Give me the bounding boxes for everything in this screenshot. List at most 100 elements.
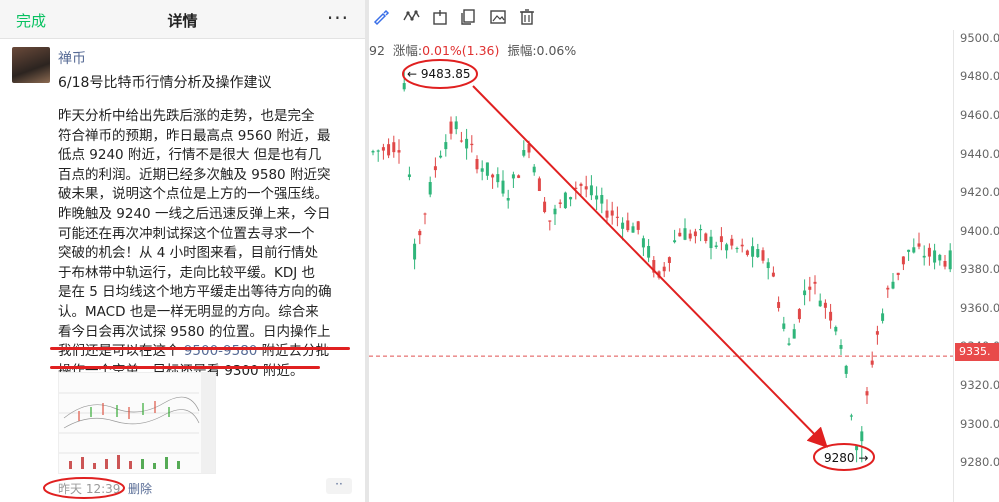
candle-body	[501, 180, 505, 194]
candle-body	[896, 272, 900, 276]
candle-body	[563, 192, 567, 209]
page-title: 详情	[167, 12, 198, 30]
candle-body	[709, 236, 713, 249]
candle-body	[392, 142, 396, 153]
price-axis: 9500.0 9480.0 9460.0 9440.0 9420.0 9400.0 9380…	[953, 30, 999, 502]
price-range-link[interactable]: 9500-9580	[184, 343, 258, 359]
candle-body	[844, 365, 848, 374]
comment-like-button[interactable]: ··	[326, 478, 352, 494]
nav-bar: 完成 详情 ···	[0, 0, 365, 39]
candle-body	[631, 226, 635, 233]
candle-body	[704, 233, 708, 242]
candle-body	[719, 236, 723, 243]
candle-body	[626, 220, 630, 231]
price-tick-label: 9420.0	[960, 185, 999, 200]
candle-body	[693, 231, 697, 237]
candle-body	[532, 166, 536, 173]
candle-body	[943, 260, 947, 267]
candle-body	[745, 250, 749, 255]
candle-body	[901, 256, 905, 265]
price-tick-label: 9400.0	[960, 223, 999, 238]
candle-body	[912, 247, 916, 253]
candle-body	[517, 175, 521, 178]
candle-body	[683, 228, 687, 240]
low-label: 9280 →	[824, 451, 869, 465]
author-name[interactable]: 禅币	[58, 48, 86, 68]
candle-body	[413, 243, 417, 260]
candle-body	[699, 229, 703, 231]
candle-body	[777, 302, 781, 308]
candle-body	[615, 216, 619, 218]
candle-body	[433, 166, 437, 171]
candle-body	[423, 213, 427, 215]
candle-body	[849, 415, 853, 417]
candle-body	[491, 174, 495, 178]
delete-button[interactable]: 删除	[128, 480, 152, 497]
candle-body	[506, 198, 510, 201]
candle-body	[907, 249, 911, 252]
candle-body	[595, 195, 599, 200]
candle-body	[558, 202, 562, 204]
candle-body	[527, 143, 531, 153]
candle-body	[584, 186, 588, 190]
price-tick-label: 9480.0	[960, 69, 999, 84]
highlight-underline-1	[50, 347, 350, 350]
candle-body	[657, 271, 661, 278]
candle-body	[678, 232, 682, 237]
candle-body	[548, 220, 552, 222]
candle-body	[428, 182, 432, 195]
price-tick-label: 9500.0	[960, 30, 999, 45]
avatar[interactable]	[12, 47, 50, 83]
candle-body	[714, 245, 718, 247]
candle-body	[662, 266, 666, 272]
post-body-main: 昨天分析中给出先跌后涨的走势，也是完全 符合禅币的预期，昨日最高点 9560 附…	[58, 108, 332, 340]
candle-body	[948, 250, 952, 270]
candle-body	[922, 255, 926, 258]
candle-body	[735, 248, 739, 250]
candle-body	[636, 221, 640, 230]
candle-body	[688, 233, 692, 239]
more-options-icon[interactable]: ···	[327, 6, 349, 30]
candle-body	[605, 210, 609, 218]
chart-panel: 92 涨幅:0.01%(1.36) 振幅:0.06% 9500.0 9480.0 9…	[369, 0, 999, 502]
candle-body	[402, 83, 406, 90]
candle-body	[834, 326, 838, 332]
candle-body	[860, 431, 864, 442]
candle-body	[803, 290, 807, 296]
candle-body	[496, 174, 500, 183]
post-time: 昨天 12:39	[58, 482, 121, 496]
candle-body	[756, 249, 760, 258]
candle-body	[938, 254, 942, 261]
candle-body	[829, 311, 833, 321]
high-value: 9483.85	[420, 67, 471, 81]
candle-body	[787, 343, 791, 345]
candle-body	[730, 238, 734, 246]
candle-body	[813, 281, 817, 284]
candle-body	[797, 309, 801, 320]
candle-body	[522, 150, 526, 156]
candle-body	[641, 238, 645, 248]
candle-body	[459, 140, 463, 142]
candle-body	[766, 262, 770, 269]
candle-body	[740, 244, 744, 247]
candle-body	[537, 178, 541, 192]
candle-body	[589, 185, 593, 196]
chart-thumbnail-image[interactable]	[58, 372, 216, 474]
candle-body	[667, 257, 671, 263]
candle-body	[673, 240, 677, 243]
price-tick-label: 9460.0	[960, 107, 999, 122]
candle-body	[418, 230, 422, 236]
candle-body	[480, 168, 484, 172]
candle-body	[439, 155, 443, 158]
candle-body	[792, 329, 796, 339]
post-body: 昨天分析中给出先跌后涨的走势，也是完全 符合禅币的预期，昨日最高点 9560 附…	[58, 107, 358, 381]
candle-body	[371, 151, 375, 153]
high-label: ← 9483.85	[407, 67, 471, 81]
candle-body	[569, 197, 573, 200]
candle-body	[647, 245, 651, 258]
post-title: 6/18号比特币行情分析及操作建议	[58, 75, 272, 91]
candle-body	[881, 313, 885, 321]
candle-body	[449, 121, 453, 134]
highlight-underline-2	[50, 366, 320, 369]
candle-body	[579, 183, 583, 186]
